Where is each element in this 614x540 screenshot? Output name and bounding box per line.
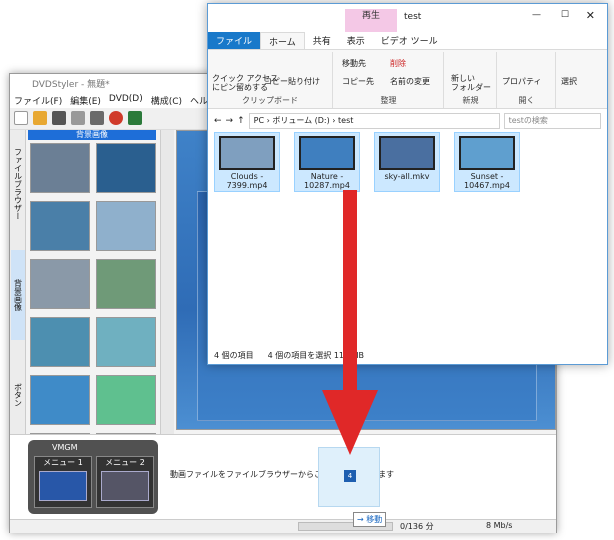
background-thumbnail[interactable]	[96, 259, 156, 309]
back-icon[interactable]: ←	[214, 116, 222, 126]
explorer-window: test — ☐ ✕ 再生 ファイル ホーム 共有 表示 ビデオ ツール クイッ…	[207, 3, 608, 365]
clipboard-group: クイック アクセス にピン留めする コピー 貼り付け クリップボード	[208, 52, 333, 108]
tab-view[interactable]: 表示	[339, 32, 373, 49]
paste-button[interactable]: 貼り付け	[288, 76, 320, 87]
background-thumbnails	[28, 141, 158, 483]
status-rate: 8 Mb/s	[486, 521, 513, 530]
copy-to-button[interactable]: コピー先	[342, 76, 374, 87]
address-row: ← → ↑ PC › ボリューム (D:) › test testの検索	[208, 110, 607, 132]
tab-video-tools[interactable]: ビデオ ツール	[373, 32, 446, 49]
settings-icon[interactable]	[90, 111, 104, 125]
new-group: 新しい フォルダー 新規	[445, 52, 497, 108]
rename-button[interactable]: 名前の変更	[390, 76, 430, 87]
organize-label: 整理	[380, 96, 397, 105]
background-thumbnail[interactable]	[96, 143, 156, 193]
menu-edit[interactable]: 編集(E)	[70, 94, 101, 108]
properties-button[interactable]: プロパティ	[502, 76, 542, 87]
pin-button[interactable]: クイック アクセス にピン留めする	[212, 74, 278, 92]
ribbon-tabs: ファイル ホーム 共有 表示 ビデオ ツール	[208, 32, 607, 49]
explorer-status-bar: 4 個の項目 4 個の項目を選択 111 MB	[208, 347, 607, 365]
side-tabs: ファイルブラウザー 背景画像 ボタン	[10, 130, 26, 448]
close-icon[interactable]: ✕	[586, 9, 595, 22]
file-name: Sunset - 10467.mp4	[464, 172, 510, 190]
address-bar[interactable]: PC › ボリューム (D:) › test	[248, 113, 500, 129]
file-item[interactable]: Clouds - 7399.mp4	[214, 132, 280, 192]
tab-backgrounds[interactable]: 背景画像	[11, 250, 25, 340]
move-tooltip: → 移動	[353, 512, 387, 527]
tab-share[interactable]: 共有	[305, 32, 339, 49]
menu-dvd[interactable]: DVD(D)	[109, 94, 143, 108]
bg-header: 背景画像	[28, 130, 156, 140]
explorer-title: test	[404, 12, 422, 22]
menu-2-label: メニュー 2	[105, 458, 145, 467]
new-label: 新規	[462, 96, 479, 105]
status-item-count: 4 個の項目	[214, 351, 254, 360]
select-button[interactable]: 選択	[561, 76, 577, 87]
background-thumbnail[interactable]	[96, 375, 156, 425]
menu-config[interactable]: 構成(C)	[151, 94, 182, 108]
clipboard-label: クリップボード	[242, 96, 298, 105]
vmgm-panel: VMGM メニュー 1 メニュー 2	[28, 440, 158, 514]
background-thumbnail[interactable]	[30, 259, 90, 309]
scrollbar[interactable]	[160, 130, 174, 435]
background-thumbnail[interactable]	[30, 375, 90, 425]
menu-1-thumb[interactable]: メニュー 1	[34, 456, 92, 508]
status-size: 0/136 分	[400, 522, 434, 531]
burn-icon[interactable]	[109, 111, 123, 125]
maximize-icon[interactable]: ☐	[561, 10, 569, 20]
copy-button[interactable]: コピー	[264, 76, 288, 87]
title-bar: test — ☐ ✕	[208, 4, 607, 32]
drag-arrow-icon	[322, 190, 378, 455]
file-list: Clouds - 7399.mp4 Nature - 10287.mp4 sky-a…	[214, 132, 604, 342]
file-item[interactable]: Sunset - 10467.mp4	[454, 132, 520, 192]
menu-1-label: メニュー 1	[43, 458, 83, 467]
file-name: Clouds - 7399.mp4	[226, 172, 268, 190]
tab-home[interactable]: ホーム	[260, 32, 305, 49]
move-to-button[interactable]: 移動先	[342, 58, 366, 69]
organize-group: 移動先 削除 コピー先 名前の変更 整理	[334, 52, 444, 108]
tab-file-browser[interactable]: ファイルブラウザー	[11, 134, 25, 234]
ribbon: クイック アクセス にピン留めする コピー 貼り付け クリップボード 移動先 削…	[208, 49, 607, 109]
video-thumbnail	[379, 136, 435, 170]
background-thumbnail[interactable]	[30, 143, 90, 193]
vmgm-label: VMGM	[52, 443, 78, 452]
video-thumbnail	[299, 136, 355, 170]
new-folder-button[interactable]: 新しい フォルダー	[451, 74, 491, 92]
open-group: プロパティ 開く	[498, 52, 556, 108]
drag-count-badge: 4	[344, 470, 356, 482]
background-thumbnail[interactable]	[30, 201, 90, 251]
video-thumbnail	[459, 136, 515, 170]
menu-file[interactable]: ファイル(F)	[14, 94, 62, 108]
forward-icon[interactable]: →	[226, 116, 234, 126]
background-thumbnail[interactable]	[96, 317, 156, 367]
context-tab-play[interactable]: 再生	[345, 9, 397, 32]
open-label: 開く	[518, 96, 535, 105]
video-thumbnail	[219, 136, 275, 170]
status-bar: 0/136 分 8 Mb/s	[10, 519, 556, 533]
background-thumbnail[interactable]	[96, 201, 156, 251]
add-icon[interactable]	[71, 111, 85, 125]
tab-file[interactable]: ファイル	[208, 32, 261, 49]
background-thumbnail[interactable]	[30, 317, 90, 367]
open-icon[interactable]	[33, 111, 47, 125]
export-icon[interactable]	[128, 111, 142, 125]
file-name: sky-all.mkv	[384, 172, 430, 181]
select-group: 選択	[557, 52, 587, 108]
tab-buttons[interactable]: ボタン	[11, 370, 25, 420]
file-item[interactable]: Nature - 10287.mp4	[294, 132, 360, 192]
minimize-icon[interactable]: —	[532, 10, 541, 20]
delete-button[interactable]: 削除	[390, 58, 406, 69]
file-name: Nature - 10287.mp4	[304, 172, 350, 190]
up-icon[interactable]: ↑	[237, 116, 245, 126]
menu-2-thumb[interactable]: メニュー 2	[96, 456, 154, 508]
new-icon[interactable]	[14, 111, 28, 125]
save-icon[interactable]	[52, 111, 66, 125]
search-input[interactable]: testの検索	[503, 113, 601, 129]
file-item[interactable]: sky-all.mkv	[374, 132, 440, 192]
